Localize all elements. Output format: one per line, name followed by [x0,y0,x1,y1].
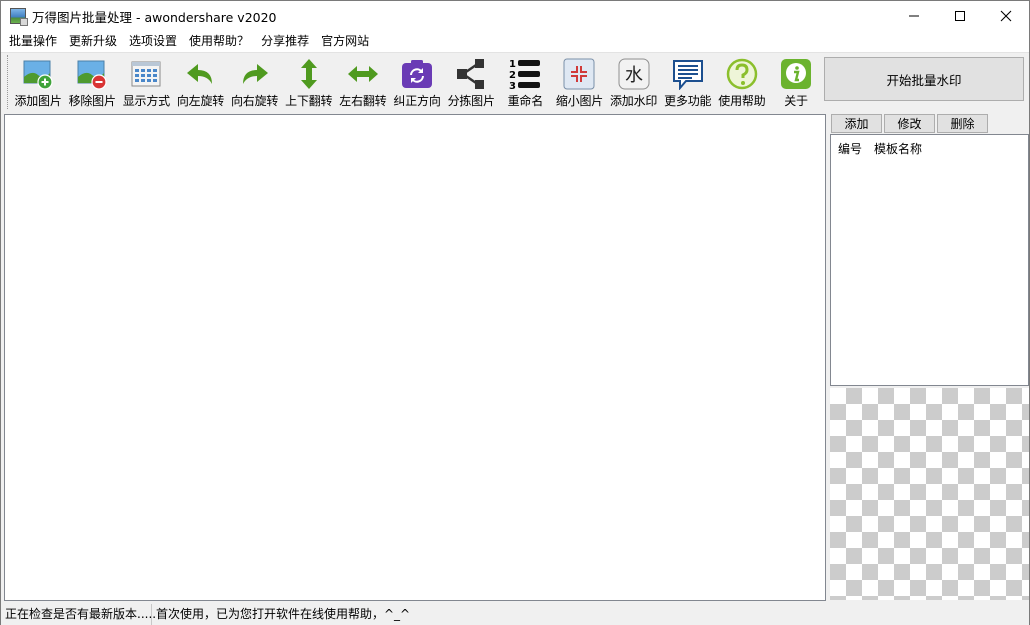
menu-share[interactable]: 分享推荐 [255,31,315,52]
minimize-button[interactable] [891,1,937,31]
start-batch-watermark-button[interactable]: 开始批量水印 [824,57,1024,101]
flip-horizontal-button[interactable]: 左右翻转 [336,53,390,109]
more-features-label: 更多功能 [664,94,712,108]
remove-image-button[interactable]: 移除图片 [65,53,119,109]
shrink-image-button[interactable]: 缩小图片 [552,53,606,109]
rotate-left-button[interactable]: 向左旋转 [173,53,227,109]
minimize-icon [909,15,919,17]
close-button[interactable] [983,1,1029,31]
flip-vertical-icon [292,57,326,91]
template-add-button[interactable]: 添加 [831,114,882,133]
add-watermark-button[interactable]: 水 添加水印 [607,53,661,109]
about-icon [779,57,813,91]
menu-batch-ops[interactable]: 批量操作 [3,31,63,52]
view-mode-button[interactable]: 显示方式 [119,53,173,109]
shrink-image-label: 缩小图片 [555,94,604,108]
about-label: 关于 [784,94,808,108]
flip-vertical-label: 上下翻转 [285,94,333,108]
maximize-icon [955,11,965,21]
status-update-check: 正在检查是否有最新版本..... [1,604,156,625]
rotate-left-label: 向左旋转 [176,94,225,108]
menu-options[interactable]: 选项设置 [123,31,183,52]
menu-update[interactable]: 更新升级 [63,31,123,52]
shrink-image-icon [562,57,596,91]
rotate-right-icon [238,57,272,91]
status-message: 首次使用，已为您打开软件在线使用帮助，^_^ [156,607,411,621]
menu-bar: 批量操作 更新升级 选项设置 使用帮助？ 分享推荐 官方网站 [1,31,1029,52]
correct-orientation-label: 纠正方向 [393,94,441,108]
sort-images-button[interactable]: 分拣图片 [444,53,498,109]
remove-image-label: 移除图片 [68,94,116,108]
template-toolbar: 添加 修改 删除 [831,114,988,133]
help-label: 使用帮助 [718,94,766,108]
rename-digit-3: 3 [509,81,516,91]
rotate-right-button[interactable]: 向右旋转 [228,53,282,109]
help-button[interactable]: 使用帮助 [715,53,769,109]
add-image-button[interactable]: 添加图片 [11,53,65,109]
remove-image-icon [75,57,109,91]
add-image-icon [21,57,55,91]
rename-digit-1: 1 [509,59,516,70]
help-icon [725,57,759,91]
watermark-glyph: 水 [625,65,643,86]
window-controls [891,1,1029,31]
template-edit-button[interactable]: 修改 [884,114,935,133]
menu-website[interactable]: 官方网站 [315,31,375,52]
close-icon [1000,10,1012,22]
template-list[interactable]: 编号 模板名称 [830,134,1029,386]
rotate-left-icon [183,57,217,91]
column-number[interactable]: 编号 [838,140,874,157]
view-mode-label: 显示方式 [122,94,170,108]
window-title: 万得图片批量处理 - awondershare v2020 [32,9,277,25]
view-mode-icon [129,57,163,91]
add-watermark-label: 添加水印 [609,94,658,108]
correct-orientation-icon [400,57,434,91]
sort-images-label: 分拣图片 [447,94,495,108]
app-window: 万得图片批量处理 - awondershare v2020 批量操作 更新升级 … [0,0,1030,625]
toolbar-grip[interactable] [7,55,10,109]
flip-horizontal-icon [346,57,380,91]
menu-help[interactable]: 使用帮助？ [183,31,255,52]
flip-vertical-button[interactable]: 上下翻转 [282,53,336,109]
more-features-icon [671,57,705,91]
rename-icon: 1 2 3 [508,57,542,91]
sort-images-icon [454,57,488,91]
template-delete-button[interactable]: 删除 [937,114,988,133]
rename-label: 重命名 [507,94,544,108]
flip-horizontal-label: 左右翻转 [339,94,387,108]
more-features-button[interactable]: 更多功能 [661,53,715,109]
title-bar[interactable]: 万得图片批量处理 - awondershare v2020 [1,1,1029,31]
rotate-right-label: 向右旋转 [231,94,279,108]
add-watermark-icon: 水 [617,57,651,91]
about-button[interactable]: 关于 [769,53,823,109]
maximize-button[interactable] [937,1,983,31]
rename-button[interactable]: 1 2 3 重命名 [498,53,552,109]
add-image-label: 添加图片 [14,94,62,108]
status-bar: 正在检查是否有最新版本..... 首次使用，已为您打开软件在线使用帮助，^_^ [1,604,1029,625]
column-template-name[interactable]: 模板名称 [874,140,922,157]
template-list-header: 编号 模板名称 [831,135,1028,157]
app-icon [10,8,28,26]
rename-digit-2: 2 [509,70,516,81]
watermark-preview [830,388,1029,600]
image-list-panel[interactable] [4,114,826,601]
correct-orientation-button[interactable]: 纠正方向 [390,53,444,109]
toolbar: 添加图片 移除图片 显示方式 向左旋转 向右旋转 上下翻转 左右翻转 纠正方向 … [5,53,823,111]
